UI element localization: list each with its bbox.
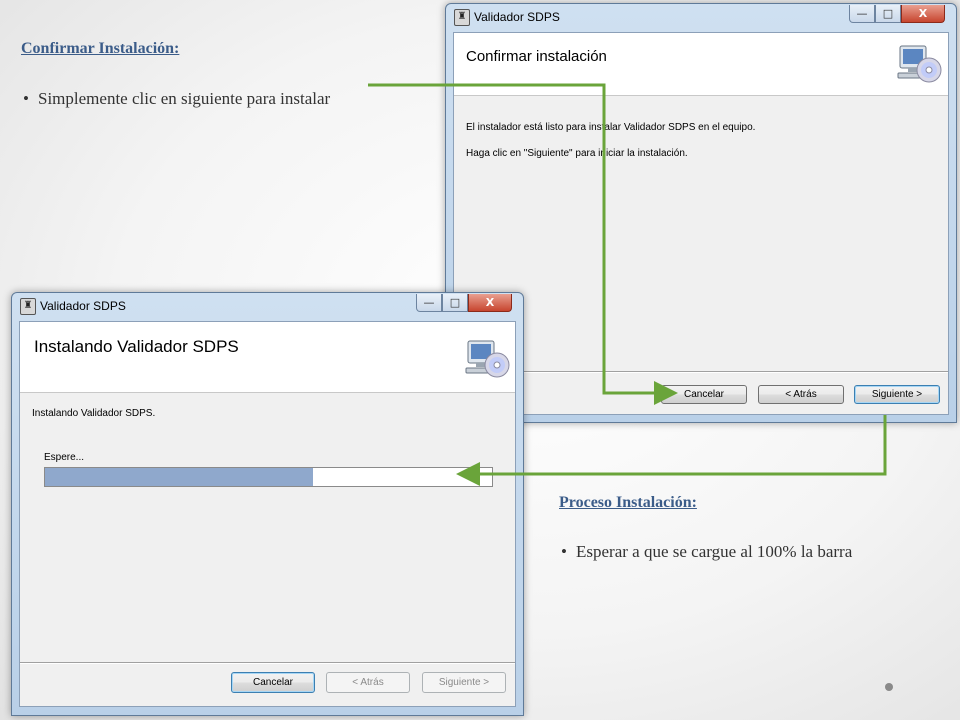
confirm-heading: Confirmar instalación [466, 48, 607, 65]
application-icon: ♜ [454, 9, 470, 26]
slide-indicator [885, 683, 893, 691]
minimize-icon: — [423, 296, 435, 309]
close-button[interactable]: X [468, 294, 512, 312]
note-confirm-title: Confirmar Instalación: [21, 40, 180, 57]
install-dialog-title: Validador SDPS [40, 299, 126, 313]
install-heading: Instalando Validador SDPS [34, 337, 239, 356]
minimize-icon: — [856, 7, 868, 20]
maximize-icon: □ [449, 296, 461, 309]
note-confirm-text: Simplemente clic en siguiente para insta… [38, 89, 331, 108]
install-cancel-button[interactable]: Cancelar [231, 672, 315, 693]
close-button[interactable]: X [901, 5, 945, 23]
note-process-text: Esperar a que se cargue al 100% la barra [576, 542, 853, 561]
note-process-bullet: • Esperar a que se cargue al 100% la bar… [561, 541, 876, 562]
confirm-dialog-title: Validador SDPS [474, 10, 560, 24]
computer-cd-icon [897, 45, 942, 83]
bullet-icon: • [561, 542, 567, 561]
note-process-title: Proceso Instalación: [559, 494, 697, 511]
confirm-dialog-titlebar[interactable]: ♜ Validador SDPS — □ X [446, 4, 956, 30]
close-icon: X [485, 296, 495, 309]
install-header-panel: Instalando Validador SDPS [20, 322, 515, 393]
confirm-back-button[interactable]: < Atrás [758, 385, 844, 404]
minimize-button[interactable]: — [849, 5, 875, 23]
install-dialog-titlebar[interactable]: ♜ Validador SDPS — □ X [12, 293, 523, 319]
confirm-line1: El instalador está listo para instalar V… [466, 122, 756, 133]
install-dialog-window: ♜ Validador SDPS — □ X Instalando Valida… [11, 292, 524, 716]
install-progress-fill [45, 468, 314, 486]
confirm-next-button[interactable]: Siguiente > [854, 385, 940, 404]
maximize-icon: □ [882, 7, 894, 20]
install-back-button: < Atrás [326, 672, 410, 693]
confirm-line2: Haga clic en "Siguiente" para iniciar la… [466, 148, 688, 159]
install-next-button: Siguiente > [422, 672, 506, 693]
install-status: Instalando Validador SDPS. [32, 408, 156, 419]
bullet-icon: • [23, 89, 29, 108]
install-separator [20, 662, 515, 664]
confirm-cancel-button[interactable]: Cancelar [661, 385, 747, 404]
maximize-button[interactable]: □ [875, 5, 901, 23]
computer-cd-icon [465, 340, 510, 378]
maximize-button[interactable]: □ [442, 294, 468, 312]
close-icon: X [918, 7, 928, 20]
install-progress-bar [44, 467, 493, 487]
note-confirm-bullet: • Simplemente clic en siguiente para ins… [23, 88, 348, 109]
application-icon: ♜ [20, 298, 36, 315]
install-dialog-client: Instalando Validador SDPS Instalando Val… [19, 321, 516, 707]
arrow-to-progress-bar [456, 415, 887, 486]
confirm-separator [454, 371, 948, 373]
confirm-dialog-client: Confirmar instalación El instalador está… [453, 32, 949, 415]
minimize-button[interactable]: — [416, 294, 442, 312]
confirm-header-panel: Confirmar instalación [454, 33, 948, 96]
progress-label: Espere... [44, 452, 85, 463]
